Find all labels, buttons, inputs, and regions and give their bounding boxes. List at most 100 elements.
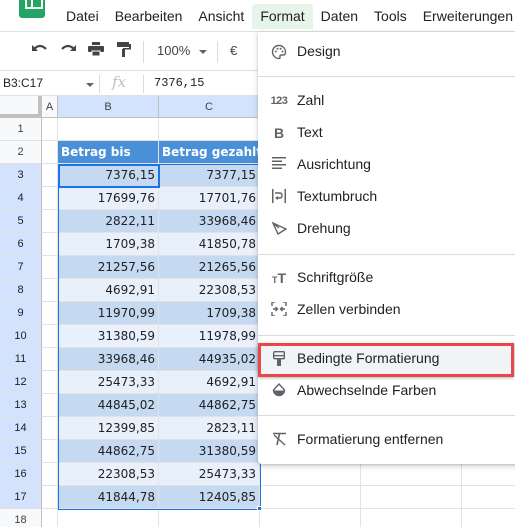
cell-c15[interactable]: 31380,59 [159,440,260,463]
row-header[interactable]: 1 [0,118,42,141]
cell-c3[interactable]: 7377,15 [159,164,260,187]
cell[interactable] [42,256,58,279]
cell-b5[interactable]: 2822,11 [58,210,159,233]
cell-c8[interactable]: 22308,53 [159,279,260,302]
cell[interactable] [361,486,462,509]
cell[interactable] [42,187,58,210]
menu-format[interactable]: Format [252,4,313,29]
cell-c5[interactable]: 33968,46 [159,210,260,233]
cell[interactable] [42,302,58,325]
cell-c17[interactable]: 12405,85 [159,486,260,509]
cell[interactable] [462,486,515,509]
cell-b1[interactable] [58,118,159,141]
cell-b2[interactable]: Betrag bis [58,141,159,164]
cell[interactable] [361,463,462,486]
row-header[interactable]: 2 [0,141,42,164]
menu-item-drehung[interactable]: Drehung [258,213,515,245]
menu-ansicht[interactable]: Ansicht [190,4,252,29]
row-header[interactable]: 16 [0,463,42,486]
cell-c10[interactable]: 11978,99 [159,325,260,348]
cell[interactable] [260,463,361,486]
row-header[interactable]: 7 [0,256,42,279]
cell[interactable] [42,486,58,509]
cell[interactable] [42,463,58,486]
row-header[interactable]: 11 [0,348,42,371]
sheets-logo-icon[interactable] [19,0,45,18]
cell[interactable] [42,348,58,371]
cell-b17[interactable]: 41844,78 [58,486,159,509]
cell-b14[interactable]: 12399,85 [58,417,159,440]
cell-c18[interactable] [159,509,260,527]
cell-b13[interactable]: 44845,02 [58,394,159,417]
redo-icon[interactable] [58,42,78,62]
currency-format-button[interactable]: € [230,43,237,58]
menu-item-formatierung-entfernen[interactable]: Formatierung entfernen [258,424,515,456]
fill-handle[interactable] [257,506,262,511]
row-header[interactable]: 6 [0,233,42,256]
cell-c11[interactable]: 44935,02 [159,348,260,371]
menu-item-ausrichtung[interactable]: Ausrichtung [258,149,515,181]
menu-item-schriftgroesse[interactable]: TT Schriftgröße [258,262,515,294]
cell[interactable] [42,118,58,141]
row-header[interactable]: 13 [0,394,42,417]
row-header[interactable]: 15 [0,440,42,463]
row-header[interactable]: 10 [0,325,42,348]
cell-c9[interactable]: 1709,38 [159,302,260,325]
cell[interactable] [260,486,361,509]
cell-b12[interactable]: 25473,33 [58,371,159,394]
menu-datei[interactable]: Datei [58,4,107,29]
cell-c4[interactable]: 17701,76 [159,187,260,210]
cell[interactable] [42,325,58,348]
column-header-b[interactable]: B [58,96,159,118]
name-box[interactable]: B3:C17 [3,76,43,90]
menu-tools[interactable]: Tools [366,4,415,29]
zoom-caret-icon[interactable] [199,50,207,54]
name-box-caret-icon[interactable] [86,83,94,87]
column-header-a[interactable]: A [42,96,58,118]
undo-icon[interactable] [30,42,50,62]
cell[interactable] [462,463,515,486]
formula-input[interactable]: 7376,15 [154,76,204,90]
cell[interactable] [42,164,58,187]
column-header-c[interactable]: C [159,96,260,118]
cell-b11[interactable]: 33968,46 [58,348,159,371]
cell[interactable] [42,371,58,394]
menu-item-bedingte-formatierung[interactable]: Bedingte Formatierung [258,343,515,375]
row-header[interactable]: 17 [0,486,42,509]
cell-b7[interactable]: 21257,56 [58,256,159,279]
zoom-select[interactable]: 100% [157,43,190,58]
cell-c14[interactable]: 2823,11 [159,417,260,440]
menu-item-zahl[interactable]: 123 Zahl [258,85,515,117]
cell-b10[interactable]: 31380,59 [58,325,159,348]
paint-format-icon[interactable] [114,42,134,62]
cell-c12[interactable]: 4692,91 [159,371,260,394]
row-header[interactable]: 4 [0,187,42,210]
cell-c13[interactable]: 44862,75 [159,394,260,417]
cell[interactable] [42,394,58,417]
cell-b9[interactable]: 11970,99 [58,302,159,325]
menu-item-abwechselnde-farben[interactable]: Abwechselnde Farben [258,375,515,407]
cell[interactable] [361,509,462,527]
row-header[interactable]: 12 [0,371,42,394]
cell[interactable] [42,417,58,440]
cell[interactable] [42,141,58,164]
cell[interactable] [42,233,58,256]
cell[interactable] [260,509,361,527]
menu-item-text[interactable]: B Text [258,117,515,149]
cell-b16[interactable]: 22308,53 [58,463,159,486]
menu-bearbeiten[interactable]: Bearbeiten [107,4,191,29]
row-header[interactable]: 18 [0,509,42,527]
print-icon[interactable] [86,42,106,62]
menu-erweiterungen[interactable]: Erweiterungen [415,4,515,29]
row-header[interactable]: 8 [0,279,42,302]
cell-c2[interactable]: Betrag gezahlt [159,141,260,164]
cell-b6[interactable]: 1709,38 [58,233,159,256]
cell-c7[interactable]: 21265,56 [159,256,260,279]
cell-b4[interactable]: 17699,76 [58,187,159,210]
cell-b15[interactable]: 44862,75 [58,440,159,463]
menu-item-design[interactable]: Design [258,36,515,68]
cell-b3[interactable]: 7376,15 [58,164,159,187]
cell[interactable] [42,440,58,463]
row-header[interactable]: 14 [0,417,42,440]
row-header[interactable]: 3 [0,164,42,187]
